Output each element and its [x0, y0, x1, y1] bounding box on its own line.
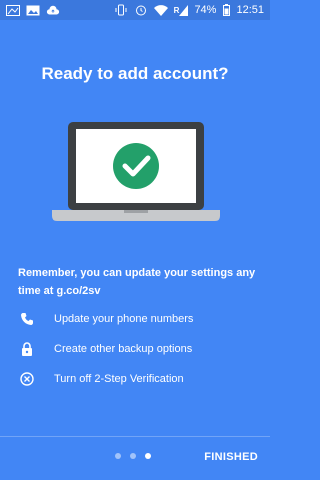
status-right: R 74% 12:51: [114, 4, 264, 16]
lock-icon: [19, 341, 35, 357]
cloud-upload-icon: [46, 4, 60, 16]
photo-icon: [26, 4, 40, 16]
option-update-phone-numbers[interactable]: Update your phone numbers: [0, 309, 270, 329]
bottom-bar: FINISHED: [0, 436, 270, 480]
status-bar: R 74% 12:51: [0, 0, 270, 20]
page-dot: [115, 453, 121, 459]
option-label: Update your phone numbers: [54, 313, 194, 325]
battery-percent: 74%: [194, 4, 217, 16]
clock: 12:51: [236, 4, 264, 16]
option-label: Create other backup options: [54, 343, 193, 355]
laptop-check-icon: [52, 118, 220, 224]
page-dot: [130, 453, 136, 459]
option-turn-off-2sv[interactable]: Turn off 2-Step Verification: [0, 369, 270, 389]
cancel-icon: [19, 371, 35, 387]
battery-icon: [222, 4, 230, 16]
page-title: Ready to add account?: [41, 64, 229, 83]
wifi-icon: [153, 4, 168, 16]
status-left: [6, 4, 60, 16]
page-dot-active: [145, 453, 151, 459]
alarm-icon: [134, 4, 148, 16]
page-indicator: [115, 453, 151, 459]
finished-button[interactable]: FINISHED: [204, 451, 258, 463]
image-icon: [6, 4, 20, 16]
signal-icon: R: [174, 4, 189, 16]
option-label: Turn off 2-Step Verification: [54, 373, 184, 385]
vibrate-icon: [114, 4, 128, 16]
settings-reminder: Remember, you can update your settings a…: [18, 267, 256, 297]
phone-icon: [19, 311, 35, 327]
option-create-backup-options[interactable]: Create other backup options: [0, 339, 270, 359]
